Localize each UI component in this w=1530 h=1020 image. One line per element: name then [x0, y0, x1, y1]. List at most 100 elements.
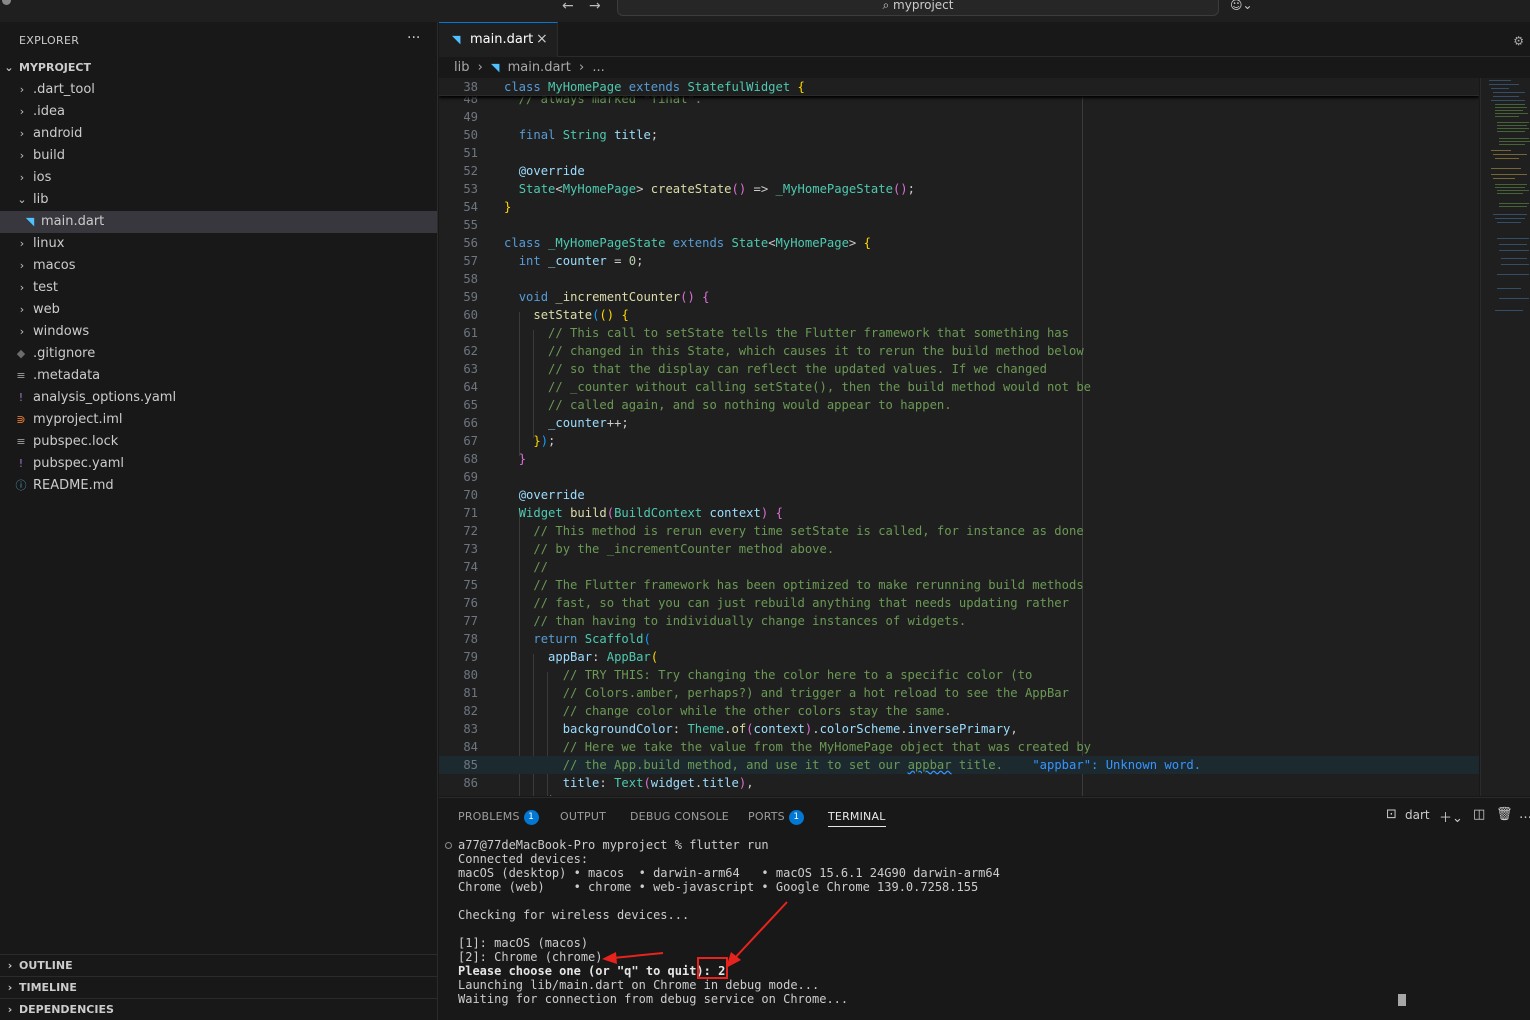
split-terminal-icon[interactable]: ◫ — [1473, 807, 1485, 822]
tree-item-macos[interactable]: › macos — [0, 255, 437, 277]
code-line: 78 return Scaffold( — [463, 632, 651, 646]
git-icon: ◆ — [16, 347, 26, 360]
chevron-down-icon: ⌄ — [4, 61, 14, 74]
copilot-icon[interactable]: ☺⌄ — [1230, 0, 1253, 12]
inline-diagnostic: "appbar": Unknown word. — [1032, 758, 1202, 772]
code-line: 87 ), — [439, 792, 1479, 796]
tree-item-label: main.dart — [41, 214, 105, 229]
breadcrumb-symbols[interactable]: ... — [592, 60, 604, 75]
breadcrumb-main-dart[interactable]: main.dart — [508, 60, 571, 75]
code-line: 56 class _MyHomePageState extends State<M… — [463, 236, 871, 250]
terminal-line: [1]: macOS (macos) — [458, 936, 589, 950]
code-line: 86 title: Text(widget.title), — [463, 776, 754, 790]
info-icon: ⓘ — [15, 479, 27, 492]
code-line: 75 // The Flutter framework has been opt… — [463, 578, 1084, 592]
tree-item-windows[interactable]: › windows — [0, 321, 437, 343]
tree-item-label: macos — [33, 258, 76, 273]
tree-item-label: .dart_tool — [33, 82, 95, 97]
trash-icon[interactable]: 🗑 — [1496, 807, 1513, 822]
chevron-right-icon: › — [7, 959, 13, 972]
command-status-icon — [445, 842, 452, 849]
terminal-name[interactable]: dart — [1405, 808, 1430, 822]
window-control-dot[interactable] — [2, 0, 11, 5]
tree-item-pubspec-lock[interactable]: ≡ pubspec.lock — [0, 431, 437, 453]
chevron-right-icon: › — [19, 127, 25, 140]
chevron-right-icon: › — [19, 325, 25, 338]
close-icon[interactable]: × — [536, 31, 548, 47]
tab-ports[interactable]: PORTS 1 — [748, 810, 804, 825]
tree-item-metadata[interactable]: ≡ .metadata — [0, 365, 437, 387]
add-terminal-icon[interactable]: ＋⌄ — [1439, 807, 1463, 826]
tree-item-dart-tool[interactable]: › .dart_tool — [0, 79, 437, 101]
tree-root[interactable]: ⌄ MYPROJECT — [0, 57, 437, 79]
explorer-sidebar: EXPLORER ··· ⌄ MYPROJECT › .dart_tool › .id… — [0, 22, 438, 1020]
tree-item-ios[interactable]: › ios — [0, 167, 437, 189]
tree-item-label: android — [33, 126, 83, 141]
tree-item-myproject-iml[interactable]: ⋑ myproject.iml — [0, 409, 437, 431]
terminal-line: Checking for wireless devices... — [458, 908, 690, 922]
tab-terminal[interactable]: TERMINAL — [828, 810, 886, 827]
code-editor[interactable]: 38 class MyHomePage extends StatefulWidge… — [439, 78, 1479, 796]
more-icon[interactable]: … — [1519, 807, 1530, 822]
dart-icon: ◥ — [490, 61, 500, 74]
code-line: 81 // Colors.amber, perhaps?) and trigge… — [463, 686, 1069, 700]
code-line: 57 int _counter = 0; — [463, 254, 644, 268]
tree-item-build[interactable]: › build — [0, 145, 437, 167]
tree-item-label: myproject.iml — [33, 412, 123, 427]
tree-item-gitignore[interactable]: ◆ .gitignore — [0, 343, 437, 365]
code-line: 69 — [463, 470, 478, 484]
code-line: 76 // fast, so that you can just rebuild… — [463, 596, 1069, 610]
arrow-left-icon[interactable]: ← — [562, 0, 574, 13]
chevron-right-icon: › — [19, 149, 25, 162]
terminal-line: Launching lib/main.dart on Chrome in deb… — [458, 978, 820, 992]
code-line: 61 // This call to setState tells the Fl… — [463, 326, 1069, 340]
search-icon: ⌕ — [882, 0, 894, 12]
tree-item-readme-md[interactable]: ⓘ README.md — [0, 475, 437, 497]
tab-output[interactable]: OUTPUT — [560, 810, 606, 823]
tree-item-android[interactable]: › android — [0, 123, 437, 145]
tab-main-dart[interactable]: ◥ main.dart × — [439, 22, 558, 57]
chevron-right-icon: › — [19, 281, 25, 294]
chevron-right-icon: › — [19, 303, 25, 316]
tree-item-web[interactable]: › web — [0, 299, 437, 321]
tree-item-pubspec-yaml[interactable]: ! pubspec.yaml — [0, 453, 437, 475]
tree-item-linux[interactable]: › linux — [0, 233, 437, 255]
command-center-search[interactable]: ⌕ myproject — [617, 0, 1219, 16]
tab-problems[interactable]: PROBLEMS 1 — [458, 810, 539, 825]
chevron-right-icon: › — [19, 83, 25, 96]
dart-icon: ◥ — [452, 33, 461, 46]
terminal-cursor — [1398, 994, 1406, 1006]
code-line: 80 // TRY THIS: Try changing the color h… — [463, 668, 1033, 682]
code-line: 52 @override — [463, 164, 585, 178]
tree-item-idea[interactable]: › .idea — [0, 101, 437, 123]
code-line: 59 void _incrementCounter() { — [463, 290, 710, 304]
tree-item-test[interactable]: › test — [0, 277, 437, 299]
outline-section[interactable]: › OUTLINE — [0, 954, 437, 976]
chevron-right-icon: › — [19, 259, 25, 272]
code-line: 58 — [463, 272, 478, 286]
tree-item-main-dart[interactable]: ◥ main.dart — [0, 211, 437, 233]
sticky-scroll-line[interactable]: 38 class MyHomePage extends StatefulWidge… — [439, 78, 1479, 96]
terminal-line: Please choose one (or "q" to quit): 2 — [458, 964, 726, 978]
tree-item-lib[interactable]: ⌄ lib — [0, 189, 437, 211]
tree-item-analysis-options-yaml[interactable]: ! analysis_options.yaml — [0, 387, 437, 409]
tree-item-label: test — [33, 280, 58, 295]
tab-debug-console[interactable]: DEBUG CONSOLE — [630, 810, 729, 823]
dependencies-section[interactable]: › DEPENDENCIES — [0, 998, 437, 1020]
more-actions-icon[interactable]: ··· — [407, 30, 420, 46]
chevron-right-icon: › — [7, 981, 13, 994]
timeline-section[interactable]: › TIMELINE — [0, 976, 437, 998]
breadcrumb-lib[interactable]: lib — [454, 60, 469, 75]
tree-item-label: .metadata — [33, 368, 101, 383]
breadcrumb: lib › ◥ main.dart › ... — [454, 60, 605, 75]
code-line: 72 // This method is rerun every time se… — [463, 524, 1084, 538]
terminal-icon[interactable]: ⊡ — [1386, 807, 1397, 822]
chevron-right-icon: › — [19, 105, 25, 118]
settings-icon[interactable]: ⚙ — [1513, 34, 1524, 48]
terminal-output[interactable]: a77@77deMacBook-Pro myproject % flutter … — [458, 838, 1518, 1006]
file-tree: ⌄ MYPROJECT › .dart_tool › .idea › android › bu… — [0, 57, 437, 497]
arrow-right-icon[interactable]: → — [589, 0, 601, 13]
tree-item-label: analysis_options.yaml — [33, 390, 177, 405]
minimap[interactable] — [1480, 78, 1530, 796]
